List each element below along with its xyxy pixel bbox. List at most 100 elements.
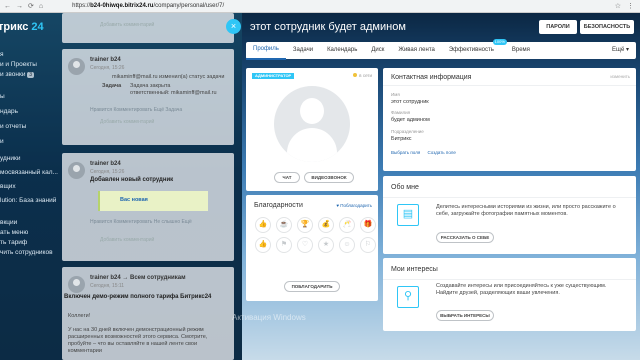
divider: [383, 279, 636, 280]
avatar[interactable]: [68, 58, 85, 75]
tab-efficiency[interactable]: Эффективность 100%: [442, 39, 507, 59]
story-icon: ▤: [397, 204, 419, 226]
tab-calendar[interactable]: Календарь: [320, 42, 364, 59]
home-icon[interactable]: ⌂: [39, 3, 43, 10]
browser-toolbar: ← → ⟳ ⌂ https://b24-0hiwqe.bitrix24.ru/c…: [0, 0, 640, 13]
post-actions[interactable]: Нравится Комментировать Ещё Задача: [90, 107, 182, 113]
tab-disk[interactable]: Диск: [364, 42, 391, 59]
close-panel-button[interactable]: ×: [226, 19, 241, 34]
windows-activation-watermark: Активация Windows: [232, 313, 306, 322]
about-title: Обо мне: [391, 184, 419, 191]
counter-badge: 3: [27, 72, 35, 78]
admin-badge: АДМИНИСТРАТОР: [252, 73, 295, 79]
about-me-card: Обо мне ▤ Делитесь интересными историями…: [383, 176, 636, 254]
post-author[interactable]: trainer b24 → Всем сотрудникам: [90, 275, 186, 281]
feed-post: trainer b24 → Всем сотрудникам Сегодня, …: [62, 267, 234, 360]
avatar[interactable]: [274, 86, 350, 162]
star-icon: ★: [318, 237, 334, 253]
tab-more[interactable]: Ещё ▾: [605, 42, 636, 59]
profile-card: АДМИНИСТРАТОР в сети ЧАТ ВИДЕОЗВОНОК: [246, 68, 378, 191]
sidebar-item[interactable]: ы: [0, 93, 5, 100]
sidebar-item[interactable]: и: [0, 138, 4, 145]
security-button[interactable]: БЕЗОПАСНОСТЬ: [580, 20, 634, 34]
add-comment-link[interactable]: Добавить комментарий: [100, 237, 154, 243]
add-comment-link[interactable]: Добавить комментарий: [100, 22, 154, 28]
name-label: Имя: [391, 92, 400, 97]
choose-fields-link[interactable]: Выбрать поля: [391, 150, 420, 155]
profile-tabs: Профиль Задачи Календарь Диск Живая лент…: [246, 39, 636, 60]
feed-post: trainer b24 Сегодня, 15:26 Добавлен новы…: [62, 153, 234, 261]
department-value: Битрикс: [391, 136, 412, 142]
money-icon: 💰: [318, 217, 334, 233]
bookmark-icon[interactable]: ☆: [615, 2, 621, 10]
feed-post: trainer b24 Сегодня, 15:26 mikaminff@mai…: [62, 49, 234, 145]
back-icon[interactable]: ←: [4, 3, 11, 10]
sidebar-item[interactable]: и отчеты: [0, 123, 26, 130]
video-call-button[interactable]: ВИДЕОЗВОНОК: [304, 172, 354, 183]
create-field-link[interactable]: Создать поле: [428, 150, 456, 155]
post-time: Сегодня, 15:26: [90, 169, 125, 175]
online-status: в сети: [353, 73, 372, 78]
pennant-icon: ⚐: [360, 237, 376, 253]
sidebar-item[interactable]: вщих: [0, 183, 16, 190]
forward-icon[interactable]: →: [16, 3, 23, 10]
address-bar[interactable]: https://b24-0hiwqe.bitrix24.ru/company/p…: [72, 3, 224, 9]
menu-icon[interactable]: ⋮: [627, 2, 634, 10]
about-text: Делитесь интересными историями из жизни,…: [436, 204, 616, 217]
thank-link[interactable]: ♥ Поблагодарить: [336, 203, 372, 208]
page-title: этот сотрудник будет админом: [250, 21, 406, 33]
flag-icon: ⚑: [276, 237, 292, 253]
department-label: Подразделение: [391, 129, 424, 134]
app-logo[interactable]: трикс 24: [0, 21, 44, 33]
gratitude-icons: 👍 ☕ 🏆 💰 🥂 🎁 👍 ⚑ ♡ ★ ☺ ⚐: [255, 217, 380, 253]
sidebar-item[interactable]: ндарь: [0, 108, 18, 115]
thank-button[interactable]: ПОБЛАГОДАРИТЬ: [284, 281, 340, 292]
bicycle-icon: ⚲: [397, 286, 419, 308]
mention-link[interactable]: Вас новая: [120, 197, 148, 204]
sidebar-item[interactable]: и звонки 3: [0, 71, 35, 78]
sidebar-item[interactable]: удники: [0, 155, 21, 162]
task-responsible: ответственный: mikaminff@mail.ru: [130, 90, 217, 96]
tab-live-feed[interactable]: Живая лента: [391, 42, 441, 59]
post-text: У нас на 30 дней включен демонстрационны…: [68, 327, 208, 354]
passwords-button[interactable]: ПАРОЛИ: [539, 20, 577, 34]
choose-interests-button[interactable]: ВЫБРАТЬ ИНТЕРЕСЫ: [436, 310, 494, 321]
tab-profile[interactable]: Профиль: [246, 41, 286, 60]
field-actions: Выбрать поля Создать поле: [391, 150, 462, 155]
sidebar-item[interactable]: ать меню: [0, 229, 28, 236]
sidebar-item[interactable]: чить сотрудников: [0, 249, 53, 256]
name-value: этот сотрудник: [391, 99, 429, 105]
live-feed: Добавить комментарий trainer b24 Сегодня…: [62, 13, 242, 360]
avatar[interactable]: [68, 162, 85, 179]
profile-panel: этот сотрудник будет админом ПАРОЛИ БЕЗО…: [242, 13, 640, 360]
tab-tasks[interactable]: Задачи: [286, 42, 320, 59]
contact-title: Контактная информация: [391, 74, 472, 81]
post-actions[interactable]: Нравится Комментировать Не слышно Ещё: [90, 219, 192, 225]
sidebar-item[interactable]: я: [0, 51, 4, 58]
reload-icon[interactable]: ⟳: [28, 2, 34, 10]
gratitude-title: Благодарности: [254, 202, 303, 209]
sidebar-item[interactable]: и и Проекты: [0, 61, 37, 68]
sidebar-item[interactable]: lution: База знаний: [0, 197, 56, 204]
avatar[interactable]: [68, 276, 85, 293]
add-comment-link[interactable]: Добавить комментарий: [100, 119, 154, 125]
tell-about-button[interactable]: РАССКАЗАТЬ О СЕБЕ: [436, 232, 494, 243]
post-title: Добавлен новый сотрудник: [90, 177, 174, 183]
gratitude-card: Благодарности ♥ Поблагодарить 👍 ☕ 🏆 💰 🥂 …: [246, 195, 378, 301]
chat-button[interactable]: ЧАТ: [274, 172, 300, 183]
smile-icon: ☺: [339, 237, 355, 253]
edit-link[interactable]: изменить: [610, 74, 630, 79]
sidebar-item[interactable]: вкции: [0, 219, 17, 226]
heart-icon: ♡: [297, 237, 313, 253]
like-icon: 👍: [255, 217, 271, 233]
task-label[interactable]: Задача: [102, 83, 121, 90]
coffee-icon: ☕: [276, 217, 292, 233]
interests-title: Мои интересы: [391, 266, 438, 273]
surname-value: будет админом: [391, 117, 430, 123]
sidebar-item[interactable]: ть тариф: [0, 239, 27, 246]
post-author[interactable]: trainer b24: [90, 57, 121, 63]
sidebar-item[interactable]: мосвязанный кал...: [0, 169, 58, 176]
post-author[interactable]: trainer b24: [90, 161, 121, 167]
tab-time[interactable]: Время: [505, 42, 537, 59]
surname-label: Фамилия: [391, 110, 411, 115]
